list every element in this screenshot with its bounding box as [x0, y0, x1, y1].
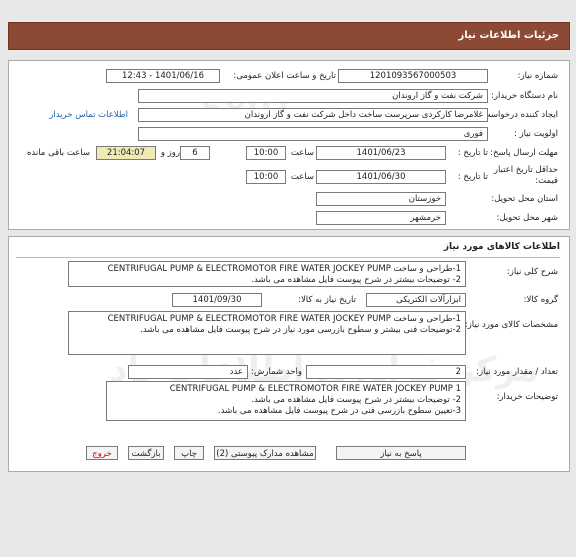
validity-to-date-label: تا تاریخ : — [457, 172, 488, 182]
reply-date-field: 1401/06/23 — [316, 146, 446, 160]
buyer-org-label: نام دستگاه خریدار: — [491, 91, 558, 101]
goods-group-field: ابزارآلات الکتریکی — [366, 293, 466, 307]
summary-label: شرح کلی نیاز: — [506, 267, 558, 277]
specs-line-1: 1-طراحی و ساخت CENTRIFUGAL PUMP & ELECTR… — [107, 314, 461, 324]
attachments-button[interactable]: مشاهده مدارک پیوستی (2) — [214, 446, 316, 460]
buyer-notes-field: CENTRIFUGAL PUMP & ELECTROMOTOR FIRE WAT… — [106, 381, 466, 421]
qty-field: 2 — [306, 365, 466, 379]
buyer-notes-label: توضیحات خریدار: — [496, 392, 558, 402]
validity-time-label: ساعت — [290, 172, 314, 182]
days-label: روز و — [160, 148, 180, 158]
buyer-notes-line-1: CENTRIFUGAL PUMP & ELECTROMOTOR FIRE WAT… — [169, 384, 461, 394]
goods-group-label: گروه کالا: — [523, 295, 558, 305]
specs-field: 1-طراحی و ساخت CENTRIFUGAL PUMP & ELECTR… — [68, 311, 466, 355]
back-button[interactable]: بازگشت — [128, 446, 164, 460]
summary-line-1: 1-طراحی و ساخت CENTRIFUGAL PUMP & ELECTR… — [107, 264, 461, 274]
remaining-time-field: 21:04:07 — [96, 146, 156, 160]
print-button[interactable]: چاپ — [174, 446, 204, 460]
summary-line-2: 2- توضیحات بیشتر در شرح پیوست فایل مشاهد… — [251, 275, 461, 285]
province-field: خوزستان — [316, 192, 446, 206]
buyer-contact-link[interactable]: اطلاعات تماس خریدار — [49, 110, 128, 120]
price-validity-label: حداقل تاریخ اعتبار — [493, 165, 558, 175]
need-date-label: تاریخ نیاز به کالا: — [298, 295, 356, 305]
days-field: 6 — [180, 146, 210, 160]
exit-button[interactable]: خروج — [86, 446, 118, 460]
unit-field: عدد — [128, 365, 248, 379]
announce-label: تاریخ و ساعت اعلان عمومی: — [233, 71, 336, 81]
announce-field: 1401/06/16 - 12:43 — [106, 69, 220, 83]
reply-deadline-label: مهلت ارسال پاسخ: — [490, 148, 558, 158]
need-number-field: 1201093567000503 — [338, 69, 488, 83]
requester-label: ایجاد کننده درخواست: — [479, 110, 558, 120]
validity-time-field: 10:00 — [246, 170, 286, 184]
page-title: جزئیات اطلاعات نیاز — [458, 30, 559, 41]
buyer-notes-line-3: 3-تعیین سطوح بازرسی فنی در شرح پیوست فای… — [217, 406, 461, 416]
city-field: خرمشهر — [316, 211, 446, 225]
need-number-label: شماره نیاز: — [517, 71, 558, 81]
qty-label: تعداد / مقدار مورد نیاز: — [476, 367, 558, 377]
need-date-field: 1401/09/30 — [172, 293, 262, 307]
summary-field: 1-طراحی و ساخت CENTRIFUGAL PUMP & ELECTR… — [68, 261, 466, 287]
buyer-org-field: شرکت نفت و گاز اروندان — [138, 89, 488, 103]
specs-label: مشخصات کالای مورد نیاز: — [464, 320, 558, 330]
reply-to-date-label: تا تاریخ : — [457, 148, 488, 158]
city-label: شهر محل تحویل: — [496, 213, 558, 223]
reply-time-field: 10:00 — [246, 146, 286, 160]
priority-label: اولویت نیاز : — [513, 129, 558, 139]
validity-date-field: 1401/06/30 — [316, 170, 446, 184]
section-divider — [16, 257, 560, 258]
remaining-label: ساعت باقی مانده — [26, 148, 90, 158]
priority-field: فوری — [138, 127, 488, 141]
province-label: استان محل تحویل: — [491, 194, 558, 204]
reply-button[interactable]: پاسخ به نیاز — [336, 446, 466, 460]
unit-label: واحد شمارش: — [251, 367, 302, 377]
specs-line-2: 2-توضیحات فنی بیشتر و سطوح بازرسی مورد ن… — [140, 325, 461, 335]
page-header: جزئیات اطلاعات نیاز — [8, 22, 570, 50]
buyer-notes-line-2: 2- توضیحات بیشتر در شرح پیوست فایل مشاهد… — [251, 395, 461, 405]
reply-time-label: ساعت — [290, 148, 314, 158]
price-validity-label-2: قیمت: — [535, 176, 558, 186]
requester-field: غلامرضا کارکردی سرپرست ساخت داخل شرکت نف… — [138, 108, 488, 122]
goods-section-title: اطلاعات کالاهای مورد نیاز — [443, 242, 560, 252]
need-info-panel — [8, 60, 570, 230]
